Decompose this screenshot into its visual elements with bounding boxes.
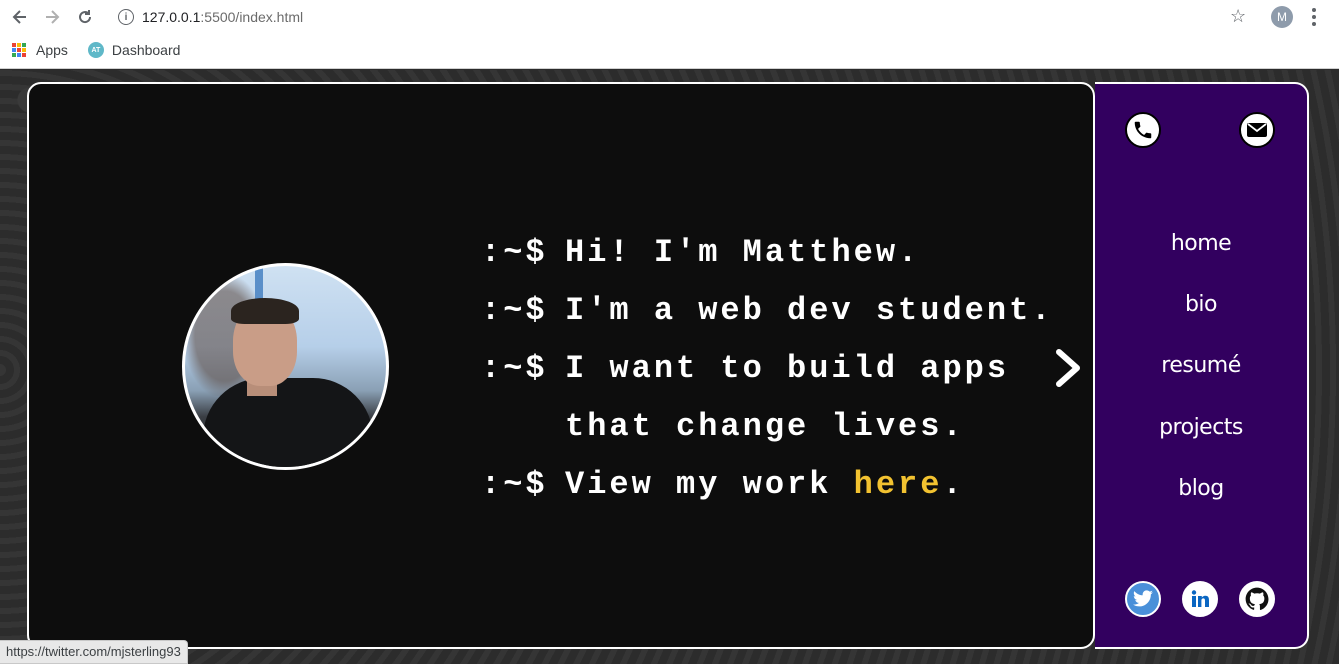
work-link[interactable]: here: [854, 466, 943, 503]
profile-avatar[interactable]: M: [1271, 6, 1293, 28]
back-arrow-icon: [12, 10, 26, 24]
line-text-end: .: [942, 466, 965, 503]
profile-photo: [182, 263, 389, 470]
nav-blog[interactable]: blog: [1095, 476, 1307, 501]
bookmarks-bar: Apps AT Dashboard: [0, 36, 1339, 64]
chevron-right-icon[interactable]: [1053, 348, 1083, 388]
apps-grid-icon: [12, 43, 26, 57]
line-text: I want to build apps: [565, 350, 1010, 387]
line-text: Hi! I'm Matthew.: [565, 234, 921, 271]
bookmark-star-icon[interactable]: ☆: [1230, 6, 1246, 27]
mail-icon[interactable]: [1239, 112, 1275, 148]
sidebar: home bio resumé projects blog: [1095, 82, 1309, 649]
line-text: I'm a web dev student.: [565, 292, 1054, 329]
terminal-line: :~$ I want to build apps: [481, 340, 1053, 398]
terminal-line: :~$ Hi! I'm Matthew.: [481, 224, 1053, 282]
url-path: :5500/index.html: [200, 9, 304, 25]
url-host: 127.0.0.1: [142, 9, 201, 25]
bookmark-apps-label: Apps: [36, 42, 68, 58]
terminal-line: :~$ View my work here.: [481, 456, 1053, 514]
bookmark-dashboard[interactable]: AT Dashboard: [87, 42, 181, 58]
status-bar-url: https://twitter.com/mjsterling93: [0, 640, 188, 664]
twitter-icon[interactable]: [1125, 581, 1161, 617]
nav-projects[interactable]: projects: [1095, 415, 1307, 440]
dashboard-favicon-icon: AT: [87, 42, 104, 58]
address-bar[interactable]: i 127.0.0.1:5500/index.html: [108, 3, 1258, 31]
terminal-line: :~$ I'm a web dev student.: [481, 282, 1053, 340]
bookmark-apps[interactable]: Apps: [12, 42, 68, 58]
reload-button[interactable]: [73, 5, 97, 29]
terminal-line: that change lives.: [481, 398, 1053, 456]
line-text: View my work: [565, 466, 854, 503]
back-button[interactable]: [8, 5, 32, 29]
linkedin-icon[interactable]: [1182, 581, 1218, 617]
info-icon[interactable]: i: [118, 9, 134, 25]
nav-bio[interactable]: bio: [1095, 292, 1307, 317]
terminal-text: :~$ Hi! I'm Matthew. :~$ I'm a web dev stu…: [481, 224, 1053, 514]
terminal-prompt: :~$: [481, 350, 548, 387]
terminal-prompt: :~$: [481, 466, 548, 503]
phone-icon[interactable]: [1125, 112, 1161, 148]
line-text: that change lives.: [565, 408, 965, 445]
browser-toolbar: i 127.0.0.1:5500/index.html ☆ M: [0, 0, 1339, 34]
reload-icon: [79, 10, 92, 24]
browser-menu-icon[interactable]: [1306, 5, 1322, 29]
github-icon[interactable]: [1239, 581, 1275, 617]
page-background: :~$ Hi! I'm Matthew. :~$ I'm a web dev stu…: [0, 70, 1339, 664]
terminal-prompt: :~$: [481, 234, 548, 271]
browser-chrome: i 127.0.0.1:5500/index.html ☆ M Apps AT …: [0, 0, 1339, 69]
forward-arrow-icon: [46, 10, 60, 24]
terminal-prompt: :~$: [481, 292, 548, 329]
nav-resume[interactable]: resumé: [1095, 353, 1307, 378]
forward-button[interactable]: [40, 5, 64, 29]
nav-home[interactable]: home: [1095, 231, 1307, 256]
terminal-panel: :~$ Hi! I'm Matthew. :~$ I'm a web dev stu…: [27, 82, 1095, 649]
bookmark-dashboard-label: Dashboard: [111, 42, 181, 58]
